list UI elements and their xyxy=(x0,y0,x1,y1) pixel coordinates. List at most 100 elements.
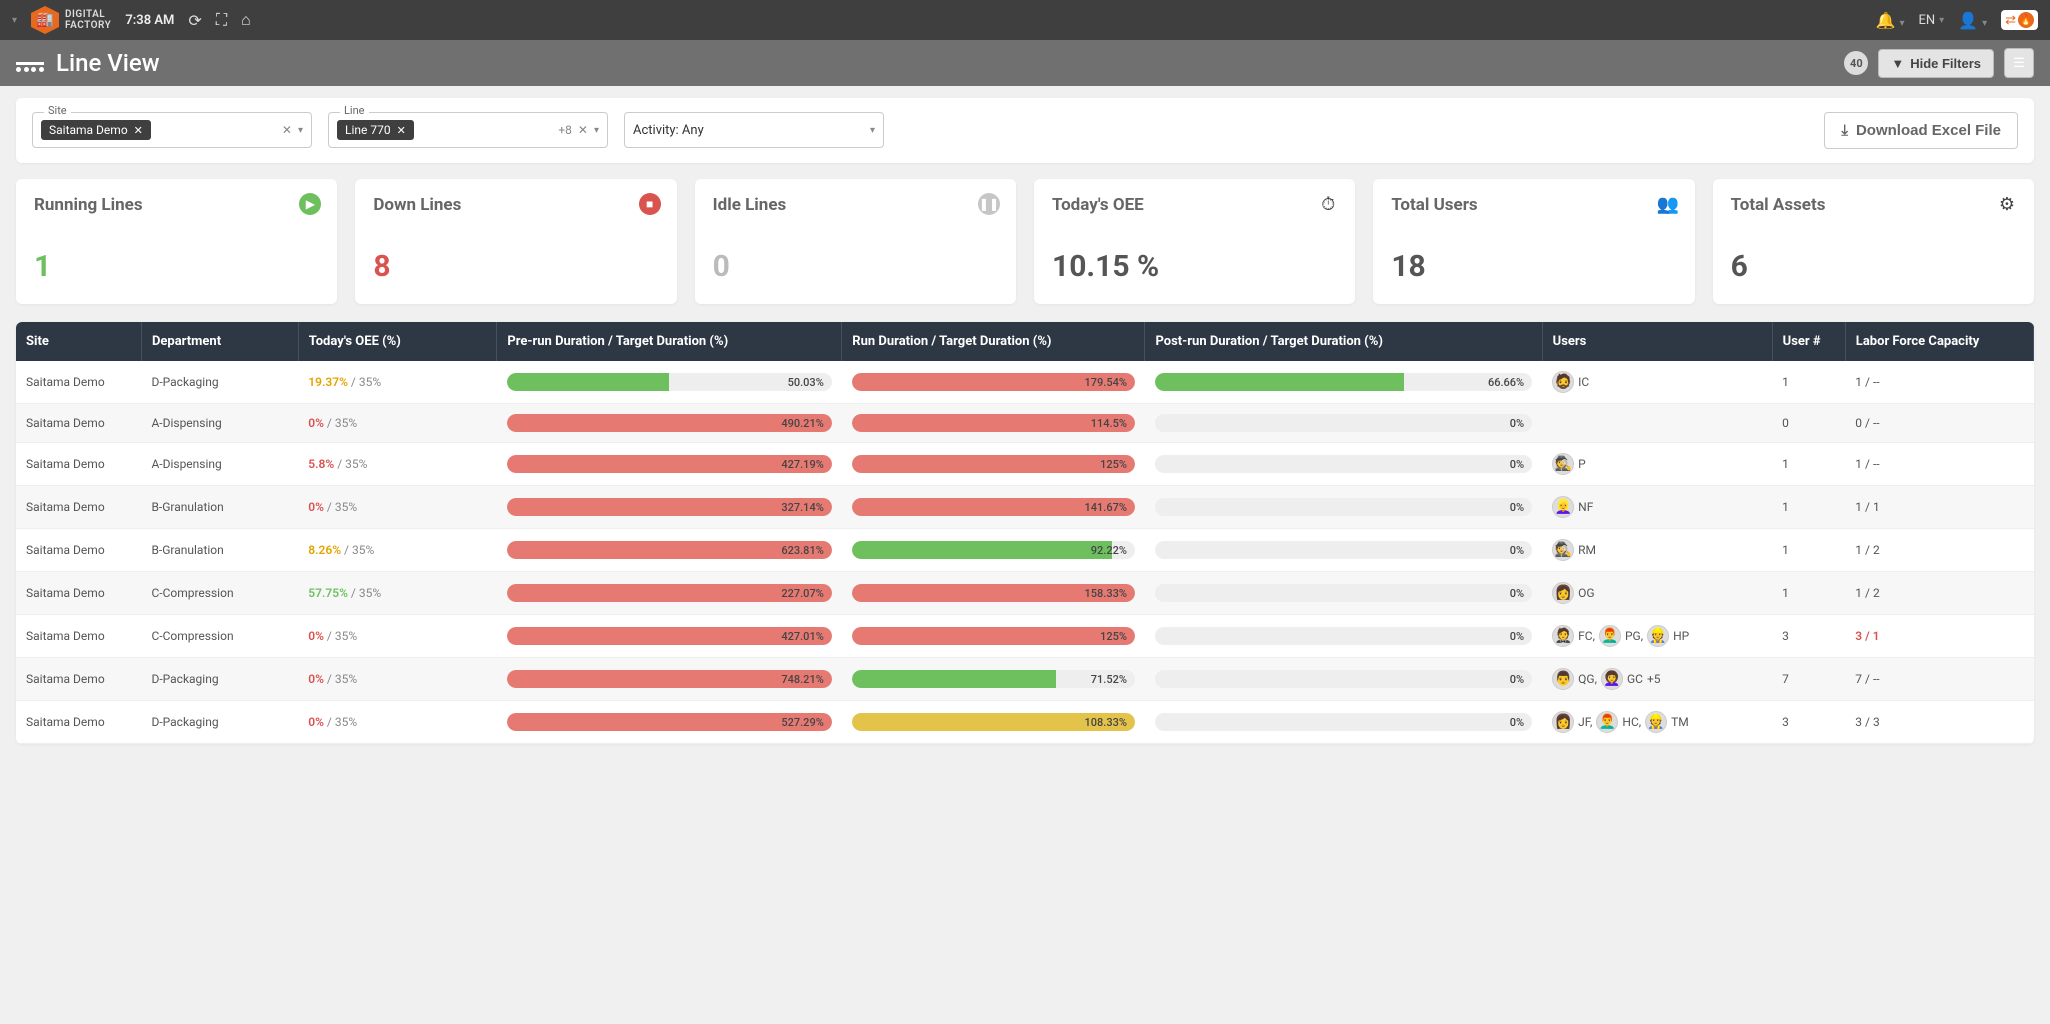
chevron-down-icon[interactable]: ▾ xyxy=(12,15,17,26)
cell-users: 👩 JF, 👨‍🦰 HC, 👷 TM xyxy=(1542,701,1772,744)
table-row[interactable]: Saitama DemoB-Granulation0% / 35%327.14%… xyxy=(16,486,2034,529)
progress-label: 50.03% xyxy=(788,373,824,391)
download-icon: ⤓ xyxy=(1841,122,1848,139)
stat-card[interactable]: Down Lines■8 xyxy=(355,179,676,304)
table-row[interactable]: Saitama DemoC-Compression0% / 35%427.01%… xyxy=(16,615,2034,658)
cell-pre: 50.03% xyxy=(497,361,842,404)
chevron-down-icon[interactable]: ▾ xyxy=(298,125,303,136)
cell-site: Saitama Demo xyxy=(16,572,141,615)
table-header-cell[interactable]: Today's OEE (%) xyxy=(298,322,497,361)
cell-lfc: 1 / 2 xyxy=(1845,529,2033,572)
clear-icon[interactable]: ✕ xyxy=(578,123,588,137)
chevron-down-icon[interactable]: ▾ xyxy=(870,125,875,136)
app-logo[interactable]: 🏭 DIGITALFACTORY xyxy=(31,6,111,34)
table-header-cell[interactable]: Department xyxy=(141,322,298,361)
stat-card[interactable]: Today's OEE⏱10.15 % xyxy=(1034,179,1355,304)
user-icon[interactable]: 👤 ▾ xyxy=(1958,11,1987,30)
stat-card[interactable]: Running Lines▶1 xyxy=(16,179,337,304)
user-initials: FC, xyxy=(1578,629,1595,643)
site-select[interactable]: Saitama Demo✕ ✕ ▾ xyxy=(32,112,312,148)
avatar[interactable]: 👨‍🦰 xyxy=(1599,625,1621,647)
avatar[interactable]: 🧔 xyxy=(1552,371,1574,393)
table-header-cell[interactable]: Users xyxy=(1542,322,1772,361)
progress-label: 0% xyxy=(1510,414,1524,432)
site-filter: Site Saitama Demo✕ ✕ ▾ xyxy=(32,112,312,148)
table-row[interactable]: Saitama DemoA-Dispensing5.8% / 35%427.19… xyxy=(16,443,2034,486)
avatar[interactable]: 🕵️ xyxy=(1552,539,1574,561)
avatar[interactable]: 👨 xyxy=(1552,668,1574,690)
progress-label: 0% xyxy=(1510,627,1524,645)
page-title: Line View xyxy=(56,49,160,77)
download-excel-button[interactable]: ⤓ Download Excel File xyxy=(1824,112,2018,149)
clear-icon[interactable]: ✕ xyxy=(282,123,292,137)
avatar[interactable]: 🕵️ xyxy=(1552,453,1574,475)
avatar[interactable]: 🤵 xyxy=(1552,625,1574,647)
avatar[interactable]: 👩‍🦱 xyxy=(1601,668,1623,690)
home-icon[interactable]: ⌂ xyxy=(241,10,251,30)
table-row[interactable]: Saitama DemoD-Packaging19.37% / 35%50.03… xyxy=(16,361,2034,404)
language-select[interactable]: EN ▾ xyxy=(1918,13,1944,28)
cell-users: 🕵️ P xyxy=(1542,443,1772,486)
cell-oee: 57.75% / 35% xyxy=(298,572,497,615)
cell-oee: 5.8% / 35% xyxy=(298,443,497,486)
progress-label: 125% xyxy=(1100,455,1127,473)
hide-filters-button[interactable]: ▼ Hide Filters xyxy=(1878,49,1994,78)
table-row[interactable]: Saitama DemoB-Granulation8.26% / 35%623.… xyxy=(16,529,2034,572)
progress-bar: 527.29% xyxy=(507,713,832,731)
progress-bar: 0% xyxy=(1155,414,1532,432)
table-header-cell[interactable]: Post-run Duration / Target Duration (%) xyxy=(1145,322,1542,361)
stat-card[interactable]: Total Users👥18 xyxy=(1373,179,1694,304)
progress-bar: 158.33% xyxy=(852,584,1135,602)
progress-bar: 227.07% xyxy=(507,584,832,602)
settings-icon[interactable]: ☰ xyxy=(2004,48,2034,78)
avatar[interactable]: 👱‍♀️ xyxy=(1552,496,1574,518)
stat-icon: ❚❚ xyxy=(978,193,1000,215)
avatar[interactable]: 👩 xyxy=(1552,711,1574,733)
user-more: +5 xyxy=(1647,672,1661,686)
filter-icon: ▼ xyxy=(1891,56,1904,71)
activity-select[interactable]: Activity: Any ▾ xyxy=(624,112,884,148)
progress-label: 0% xyxy=(1510,670,1524,688)
progress-label: 0% xyxy=(1510,455,1524,473)
site-chip[interactable]: Saitama Demo✕ xyxy=(41,120,151,140)
avatar[interactable]: 👷 xyxy=(1645,711,1667,733)
table-header-cell[interactable]: Pre-run Duration / Target Duration (%) xyxy=(497,322,842,361)
topbar-right: 🔔 ▾ EN ▾ 👤 ▾ ⇄🔥 xyxy=(1876,10,2038,30)
close-icon[interactable]: ✕ xyxy=(134,124,143,137)
stat-value: 1 xyxy=(34,249,319,284)
progress-bar: 0% xyxy=(1155,670,1532,688)
cell-post: 0% xyxy=(1145,529,1542,572)
avatar[interactable]: 👩 xyxy=(1552,582,1574,604)
cell-post: 0% xyxy=(1145,615,1542,658)
refresh-icon[interactable]: ⟳ xyxy=(188,11,201,30)
table-row[interactable]: Saitama DemoD-Packaging0% / 35%748.21%71… xyxy=(16,658,2034,701)
table-row[interactable]: Saitama DemoA-Dispensing0% / 35%490.21%1… xyxy=(16,404,2034,443)
line-chip[interactable]: Line 770✕ xyxy=(337,120,414,140)
progress-label: 71.52% xyxy=(1091,670,1127,688)
cell-pre: 748.21% xyxy=(497,658,842,701)
fullscreen-icon[interactable]: ⛶ xyxy=(216,10,227,30)
progress-bar: 92.22% xyxy=(852,541,1135,559)
cell-oee: 0% / 35% xyxy=(298,486,497,529)
avatar[interactable]: 👨‍🦰 xyxy=(1596,711,1618,733)
cell-post: 0% xyxy=(1145,572,1542,615)
table-header-cell[interactable]: Run Duration / Target Duration (%) xyxy=(842,322,1145,361)
table-row[interactable]: Saitama DemoC-Compression57.75% / 35%227… xyxy=(16,572,2034,615)
cell-lfc: 0 / -- xyxy=(1845,404,2033,443)
progress-label: 490.21% xyxy=(781,414,823,432)
cell-usernum: 1 xyxy=(1772,572,1845,615)
user-initials: GC xyxy=(1627,672,1643,686)
stat-card[interactable]: Total Assets⚙6 xyxy=(1713,179,2034,304)
close-icon[interactable]: ✕ xyxy=(397,124,406,137)
table-row[interactable]: Saitama DemoD-Packaging0% / 35%527.29%10… xyxy=(16,701,2034,744)
chevron-down-icon[interactable]: ▾ xyxy=(594,125,599,136)
table-header-cell[interactable]: User # xyxy=(1772,322,1845,361)
table-header-cell[interactable]: Site xyxy=(16,322,141,361)
line-select[interactable]: Line 770✕ +8 ✕ ▾ xyxy=(328,112,608,148)
avatar[interactable]: 👷 xyxy=(1647,625,1669,647)
stat-card[interactable]: Idle Lines❚❚0 xyxy=(695,179,1016,304)
user-initials: JF, xyxy=(1578,715,1592,729)
bell-icon[interactable]: 🔔 ▾ xyxy=(1876,11,1905,30)
table-header-cell[interactable]: Labor Force Capacity xyxy=(1845,322,2033,361)
alarm-chip[interactable]: ⇄🔥 xyxy=(2001,10,2038,30)
